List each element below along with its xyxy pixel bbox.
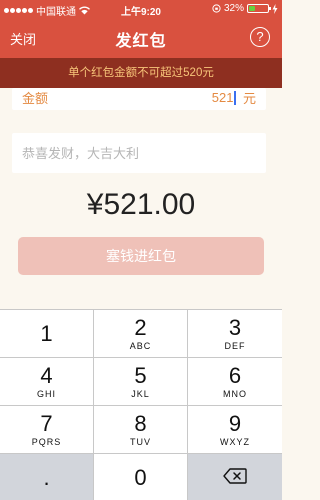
key-digit: 0 — [134, 465, 147, 490]
page-title: 发红包 — [115, 33, 167, 50]
key-digit: 2 — [134, 315, 147, 340]
key-letters: PQRS — [31, 437, 62, 447]
text-cursor — [234, 90, 236, 105]
submit-red-packet-button[interactable]: 塞钱进红包 — [18, 237, 264, 275]
amount-limit-warning: 单个红包金额不可超过520元 — [0, 58, 282, 88]
total-amount: ¥521.00 — [86, 188, 196, 221]
key-letters: TUV — [130, 437, 151, 447]
key-5[interactable]: 5 JKL — [94, 358, 188, 406]
key-digit: 9 — [228, 411, 242, 436]
key-digit: 8 — [134, 411, 147, 436]
key-3[interactable]: 3 DEF — [188, 310, 282, 358]
amount-unit: 元 — [242, 91, 256, 106]
numeric-keypad: 1 2 ABC 3 DEF 4 GHI 5 JKL 6 MNO 7 PQRS 8… — [0, 309, 282, 500]
key-digit: 4 — [40, 363, 53, 388]
key-letters: JKL — [131, 389, 150, 399]
key-9[interactable]: 9 WXYZ — [188, 406, 282, 454]
battery-icon — [247, 4, 271, 13]
key-digit: 7 — [40, 411, 53, 436]
key-4[interactable]: 4 GHI — [0, 358, 94, 406]
battery-percent: 32% — [223, 3, 244, 14]
key-7[interactable]: 7 PQRS — [0, 406, 94, 454]
key-letters: DEF — [224, 341, 246, 351]
key-6[interactable]: 6 MNO — [188, 358, 282, 406]
key-digit: 5 — [134, 363, 147, 388]
key-digit: 6 — [228, 363, 242, 388]
key-digit: 3 — [228, 315, 242, 340]
help-icon[interactable]: ? — [250, 27, 270, 47]
orientation-lock-icon — [212, 4, 221, 13]
charging-icon — [272, 3, 278, 14]
key-8[interactable]: 8 TUV — [94, 406, 188, 454]
key-letters: ABC — [129, 341, 152, 351]
key-digit: . — [43, 465, 50, 490]
battery-area: 32% — [212, 3, 278, 14]
status-bar: 中国联通 上午9:20 32% — [0, 0, 282, 18]
nav-bar: 关闭 发红包 ? — [0, 18, 282, 58]
amount-field[interactable]: 金额 521 元 — [12, 88, 266, 110]
amount-value: 521 — [211, 90, 234, 105]
amount-label: 金额 — [22, 91, 49, 106]
backspace-icon — [223, 468, 247, 484]
key-1[interactable]: 1 — [0, 310, 94, 358]
key-letters: WXYZ — [220, 437, 250, 447]
key-decimal[interactable]: . — [0, 454, 94, 500]
key-digit: 1 — [40, 321, 53, 346]
amount-input[interactable]: 521 元 — [212, 88, 256, 107]
backspace-key[interactable] — [188, 454, 282, 500]
key-letters: MNO — [223, 389, 247, 399]
key-letters: GHI — [36, 389, 56, 399]
key-2[interactable]: 2 ABC — [94, 310, 188, 358]
key-0[interactable]: 0 — [94, 454, 188, 500]
greeting-input[interactable] — [12, 133, 266, 173]
